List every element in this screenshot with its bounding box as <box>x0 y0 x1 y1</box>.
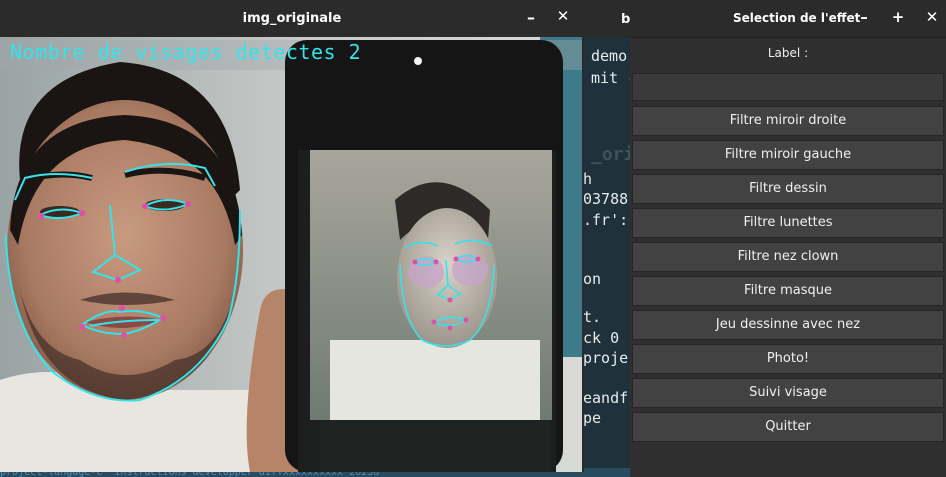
quit-button[interactable]: Quitter <box>632 412 944 442</box>
terminal-line: pe <box>583 409 602 427</box>
terminal-line: eandf <box>583 389 629 407</box>
terminal-line: _ori <box>591 144 635 165</box>
minimize-icon[interactable]: – <box>522 8 540 28</box>
close-icon[interactable]: ✕ <box>924 8 940 28</box>
label-input[interactable] <box>632 73 944 101</box>
minimize-icon[interactable]: – <box>856 8 872 28</box>
effect-label: Label : <box>767 46 809 60</box>
terminal-line: ck 0 <box>583 329 620 347</box>
terminal-line: .fr': <box>583 211 629 229</box>
effect-selection-window: Selection de l'effet – + ✕ Label : Filtr… <box>630 0 946 477</box>
photo-button[interactable]: Photo! <box>632 344 944 374</box>
face-count-overlay: Nombre de visages detectes 2 <box>10 40 362 64</box>
filter-mask-button[interactable]: Filtre masque <box>632 276 944 306</box>
camera-frame <box>0 37 582 472</box>
terminal-titlebar: b <box>583 0 633 38</box>
panel-titlebar: Selection de l'effet – + ✕ <box>630 0 946 38</box>
filter-mirror-left-button[interactable]: Filtre miroir gauche <box>632 140 944 170</box>
image-window-titlebar: img_originale – ✕ <box>0 0 584 37</box>
window-title: Selection de l'effet <box>733 11 861 25</box>
nose-drawing-game-button[interactable]: Jeu dessinne avec nez <box>632 310 944 340</box>
window-title: img_originale <box>242 11 342 26</box>
maximize-icon[interactable]: + <box>890 8 906 28</box>
close-icon[interactable]: ✕ <box>554 7 572 27</box>
image-window: img_originale – ✕ Nombre de visages dete… <box>0 0 584 472</box>
terminal-line: t. <box>583 308 602 326</box>
face-tracking-button[interactable]: Suivi visage <box>632 378 944 408</box>
camera-view <box>0 37 582 472</box>
filter-drawing-button[interactable]: Filtre dessin <box>632 174 944 204</box>
filter-glasses-button[interactable]: Filtre lunettes <box>632 208 944 238</box>
terminal-line: demo <box>591 47 628 65</box>
filter-clown-nose-button[interactable]: Filtre nez clown <box>632 242 944 272</box>
terminal-line: h <box>583 170 593 188</box>
terminal-line: on <box>583 270 602 288</box>
filter-mirror-right-button[interactable]: Filtre miroir droite <box>632 106 944 136</box>
terminal-line: proje <box>583 349 629 367</box>
terminal-tab-label: b <box>621 12 631 27</box>
